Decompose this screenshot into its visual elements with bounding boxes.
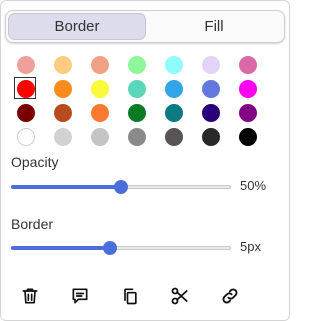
tab-border[interactable]: Border <box>8 13 146 40</box>
swatch-dark-orange[interactable] <box>91 104 109 122</box>
swatch-black[interactable] <box>239 128 257 146</box>
swatch-yellow-wrap <box>91 80 109 98</box>
border-width-value: 5px <box>240 239 261 254</box>
swatch-yellow[interactable] <box>91 80 109 98</box>
swatch-indigo-wrap <box>202 104 220 122</box>
swatch-orange-wrap <box>54 80 72 98</box>
link-icon <box>222 288 238 304</box>
swatch-indigo[interactable] <box>202 104 220 122</box>
swatch-dark-teal-wrap <box>165 104 183 122</box>
swatch-light-green-wrap <box>128 56 146 74</box>
swatch-dark-green[interactable] <box>128 104 146 122</box>
opacity-slider-thumb[interactable] <box>114 180 128 194</box>
swatch-teal-green-wrap <box>128 80 146 98</box>
border-width-label: Border <box>11 216 54 232</box>
swatch-dark-gray[interactable] <box>165 128 183 146</box>
copy-icon <box>124 288 137 305</box>
swatch-light-orange-wrap <box>54 56 72 74</box>
swatch-white[interactable] <box>17 128 35 146</box>
swatch-charcoal-wrap <box>202 128 220 146</box>
swatch-light-green[interactable] <box>128 56 146 74</box>
swatch-red[interactable] <box>17 80 35 98</box>
swatch-salmon[interactable] <box>91 56 109 74</box>
opacity-label: Opacity <box>11 154 59 170</box>
swatch-lavender[interactable] <box>202 56 220 74</box>
border-width-slider[interactable] <box>11 241 231 255</box>
opacity-slider[interactable] <box>11 180 231 194</box>
trash-icon <box>22 288 38 304</box>
swatch-purple-wrap <box>239 104 257 122</box>
swatch-maroon-wrap <box>17 104 35 122</box>
link-button[interactable] <box>219 285 241 307</box>
swatch-charcoal[interactable] <box>202 128 220 146</box>
swatch-maroon[interactable] <box>17 104 35 122</box>
swatch-light-red-wrap <box>17 56 35 74</box>
swatch-dark-gray-wrap <box>165 128 183 146</box>
color-swatch-grid <box>14 56 279 146</box>
opacity-slider-fill <box>11 185 121 189</box>
swatch-light-red[interactable] <box>17 56 35 74</box>
swatch-light-gray-wrap <box>54 128 72 146</box>
swatch-dark-orange-wrap <box>91 104 109 122</box>
swatch-light-cyan[interactable] <box>165 56 183 74</box>
scissors-icon <box>171 287 188 305</box>
duplicate-button[interactable] <box>119 285 141 307</box>
swatch-dark-teal[interactable] <box>165 104 183 122</box>
border-width-slider-thumb[interactable] <box>103 241 117 255</box>
swatch-silver-wrap <box>91 128 109 146</box>
comment-button[interactable] <box>69 285 91 307</box>
swatch-sky-blue-wrap <box>165 80 183 98</box>
swatch-gray-wrap <box>128 128 146 146</box>
style-panel: Border Fill Opacity 50% Border 5px <box>0 0 290 321</box>
swatch-light-orange[interactable] <box>54 56 72 74</box>
swatch-red-wrap <box>14 77 36 99</box>
swatch-periwinkle-wrap <box>202 80 220 98</box>
comment-icon <box>72 288 88 304</box>
swatch-black-wrap <box>239 128 257 146</box>
border-width-slider-fill <box>11 246 110 250</box>
swatch-salmon-wrap <box>91 56 109 74</box>
cut-button[interactable] <box>169 285 191 307</box>
swatch-magenta-wrap <box>239 80 257 98</box>
swatch-periwinkle[interactable] <box>202 80 220 98</box>
border-fill-toggle: Border Fill <box>5 10 285 43</box>
swatch-dark-green-wrap <box>128 104 146 122</box>
swatch-white-wrap <box>17 128 35 146</box>
swatch-orange[interactable] <box>54 80 72 98</box>
swatch-gray[interactable] <box>128 128 146 146</box>
swatch-magenta[interactable] <box>239 80 257 98</box>
delete-button[interactable] <box>19 285 41 307</box>
swatch-silver[interactable] <box>91 128 109 146</box>
swatch-pink-wrap <box>239 56 257 74</box>
swatch-light-gray[interactable] <box>54 128 72 146</box>
swatch-rust[interactable] <box>54 104 72 122</box>
tab-fill[interactable]: Fill <box>146 13 282 40</box>
swatch-rust-wrap <box>54 104 72 122</box>
action-toolbar <box>19 285 269 307</box>
swatch-teal-green[interactable] <box>128 80 146 98</box>
swatch-purple[interactable] <box>239 104 257 122</box>
swatch-lavender-wrap <box>202 56 220 74</box>
swatch-pink[interactable] <box>239 56 257 74</box>
swatch-light-cyan-wrap <box>165 56 183 74</box>
swatch-sky-blue[interactable] <box>165 80 183 98</box>
opacity-value: 50% <box>240 178 267 193</box>
